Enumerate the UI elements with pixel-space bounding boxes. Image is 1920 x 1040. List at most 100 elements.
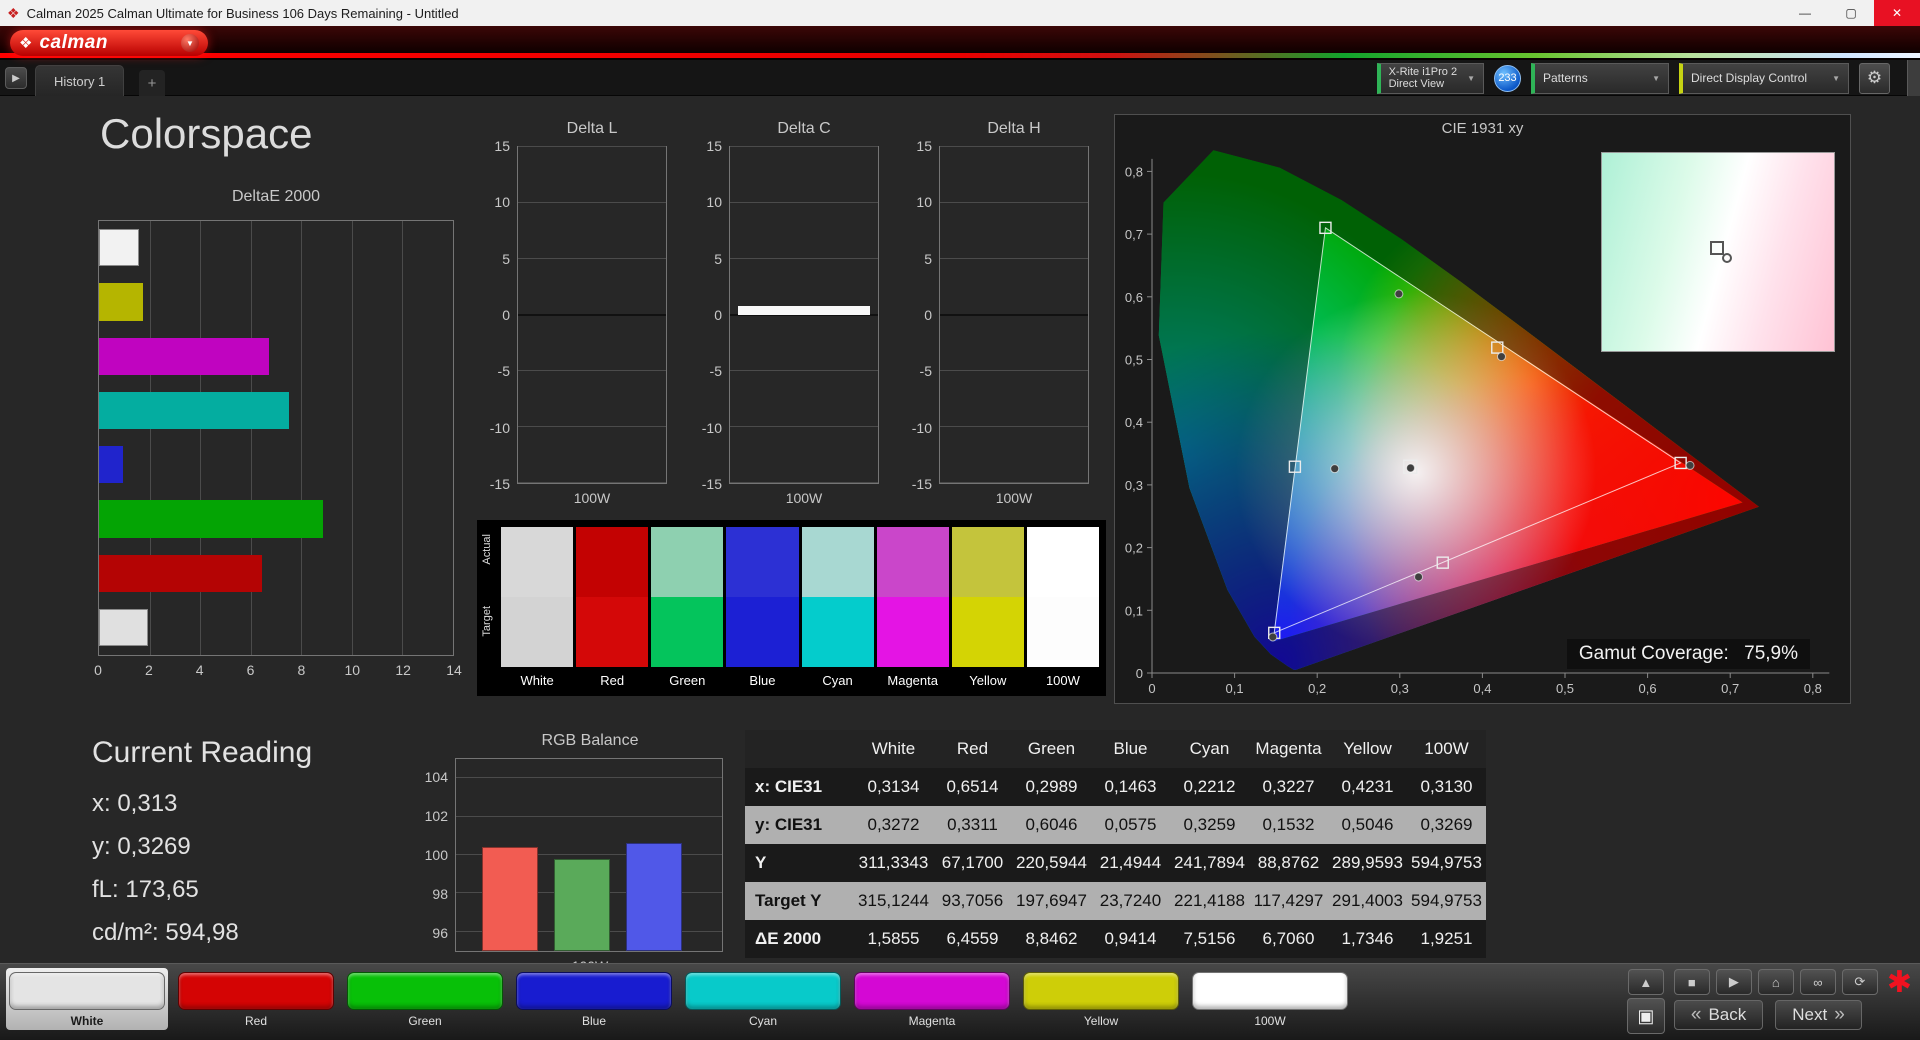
table-cell: 0,3134: [867, 777, 920, 796]
svg-text:0: 0: [1148, 681, 1155, 696]
row-label: Y: [755, 853, 767, 872]
minimize-button[interactable]: —: [1782, 0, 1828, 26]
table-cell: 8,8462: [1025, 929, 1078, 948]
chevron-down-icon: ▼: [1832, 73, 1840, 83]
pattern-button-white[interactable]: White: [6, 968, 168, 1030]
transport-icon-row: ■ ▶ ⌂ ∞ ⟳: [1673, 969, 1878, 995]
close-button[interactable]: ✕: [1874, 0, 1920, 26]
chevron-down-icon: ▼: [1467, 73, 1475, 83]
pattern-button-yellow[interactable]: Yellow: [1020, 968, 1182, 1030]
pattern-button-cyan[interactable]: Cyan: [682, 968, 844, 1030]
column-header: Red: [933, 730, 1012, 768]
swatch-label: Cyan: [822, 673, 853, 688]
plot-area: [517, 146, 667, 484]
svg-text:0,1: 0,1: [1226, 681, 1244, 696]
pattern-button-100w[interactable]: 100W: [1189, 968, 1351, 1030]
deltae-bar-red: [99, 554, 263, 592]
pattern-button-green[interactable]: Green: [344, 968, 506, 1030]
swatch-column-cyan: Cyan: [801, 527, 874, 696]
actual-swatch: [876, 527, 949, 597]
home-button[interactable]: ⌂: [1757, 969, 1794, 995]
title-bar: ❖ Calman 2025 Calman Ultimate for Busine…: [0, 0, 1920, 26]
tab-history-1[interactable]: History 1: [35, 65, 125, 96]
swatch-label: Blue: [749, 673, 776, 688]
swatch-column-blue: Blue: [726, 527, 799, 696]
patterns-dropdown[interactable]: Patterns ▼: [1531, 62, 1669, 94]
pattern-swatch: [854, 972, 1010, 1010]
brand-menu-button[interactable]: ▼: [181, 34, 199, 52]
display-control-label: Direct Display Control: [1691, 71, 1808, 85]
measured-dot-yellow: [1496, 352, 1506, 362]
measured-dot-red: [1685, 460, 1695, 470]
svg-text:0,2: 0,2: [1125, 541, 1143, 556]
pattern-button-blue[interactable]: Blue: [513, 968, 675, 1030]
stop-button[interactable]: ■: [1673, 969, 1710, 995]
swatch-label: Green: [669, 673, 706, 688]
deltae-bar-magenta: [99, 337, 269, 375]
continuous-button[interactable]: ∞: [1799, 969, 1836, 995]
y-axis-labels: 15 10 5 0 -5 -10 -15: [489, 138, 510, 492]
table-cell: 0,3227: [1262, 777, 1315, 796]
y-axis-labels: 15 10 5 0 -5 -10 -15: [911, 138, 932, 492]
collapse-button[interactable]: ▲: [1627, 969, 1664, 995]
table-cell: 197,6947: [1016, 891, 1087, 910]
table-cell: 594,9753: [1411, 891, 1482, 910]
pattern-label: 100W: [1254, 1014, 1286, 1028]
table-cell: 21,4944: [1099, 853, 1162, 872]
x-axis-label: 100W: [573, 490, 611, 506]
svg-text:0,2: 0,2: [1308, 681, 1326, 696]
refresh-button[interactable]: ⟳: [1841, 969, 1878, 995]
column-header: Magenta: [1249, 730, 1328, 768]
table-cell: 0,6514: [946, 777, 999, 796]
measured-dot-green: [1394, 289, 1404, 299]
swatch-label: Yellow: [969, 673, 1007, 688]
pattern-swatch: [9, 972, 165, 1010]
table-cell: 117,4297: [1253, 891, 1324, 910]
add-tab-button[interactable]: +: [139, 70, 165, 96]
settings-gear-button[interactable]: ⚙: [1859, 62, 1890, 94]
layout-button[interactable]: ▣: [1626, 998, 1665, 1034]
target-row-label: Target: [481, 606, 493, 637]
target-swatch: [576, 597, 649, 667]
bottom-bar: White Red Green Blue Cyan Magenta Yellow 100W ▲…: [0, 963, 1920, 1040]
pattern-button-magenta[interactable]: Magenta: [851, 968, 1013, 1030]
table-cell: 0,3311: [947, 815, 998, 834]
tab-scroll-button[interactable]: ▶: [5, 67, 27, 89]
side-panel-handle[interactable]: [1907, 60, 1920, 96]
table-cell: 23,7240: [1099, 891, 1162, 910]
svg-text:0,6: 0,6: [1125, 290, 1143, 305]
plot-area: [939, 146, 1089, 484]
swatch-column-100w: 100W: [1026, 527, 1099, 696]
back-button[interactable]: « Back: [1673, 1000, 1764, 1030]
next-button[interactable]: Next »: [1775, 1000, 1862, 1030]
calman-logo[interactable]: ❖ calman ▼: [10, 30, 208, 56]
deltae-xaxis: 0 2 4 6 8 10 12 14: [94, 662, 462, 678]
maximize-button[interactable]: ▢: [1828, 0, 1874, 26]
back-chevron-icon: «: [1690, 1004, 1702, 1025]
rgb-bar-blue: [626, 843, 682, 951]
rgb-bar-red: [482, 847, 538, 951]
deltae-bar-blue: [99, 446, 123, 484]
actual-swatch: [1026, 527, 1099, 597]
display-control-dropdown[interactable]: Direct Display Control ▼: [1679, 62, 1849, 94]
pattern-button-red[interactable]: Red: [175, 968, 337, 1030]
window-controls: — ▢ ✕: [1782, 0, 1920, 26]
y-axis-labels: 104 102 100 98 96: [424, 769, 448, 941]
current-reading: Current Reading x: 0,313 y: 0,3269 fL: 1…: [92, 736, 312, 954]
transport-controls: ▲ ▣ ■ ▶ ⌂ ∞ ⟳ « Back Next » ✱: [1626, 968, 1912, 1034]
pattern-label: Cyan: [748, 1014, 777, 1028]
meter-dropdown[interactable]: X-Rite i1Pro 2 Direct View ▼: [1376, 62, 1484, 94]
row-label: y: CIE31: [755, 815, 823, 834]
row-label: x: CIE31: [755, 777, 823, 796]
pattern-swatch: [178, 972, 334, 1010]
svg-text:0: 0: [1136, 666, 1143, 681]
swatch-column-red: Red: [576, 527, 649, 696]
brand-name: calman: [39, 32, 108, 53]
svg-text:0,6: 0,6: [1639, 681, 1657, 696]
swatch-column-white: White: [501, 527, 574, 696]
table-cell: 289,9593: [1332, 853, 1403, 872]
table-cell: 311,3343: [858, 853, 929, 872]
svg-text:0,3: 0,3: [1125, 478, 1143, 493]
play-button[interactable]: ▶: [1715, 969, 1752, 995]
table-cell: 1,7346: [1341, 929, 1394, 948]
